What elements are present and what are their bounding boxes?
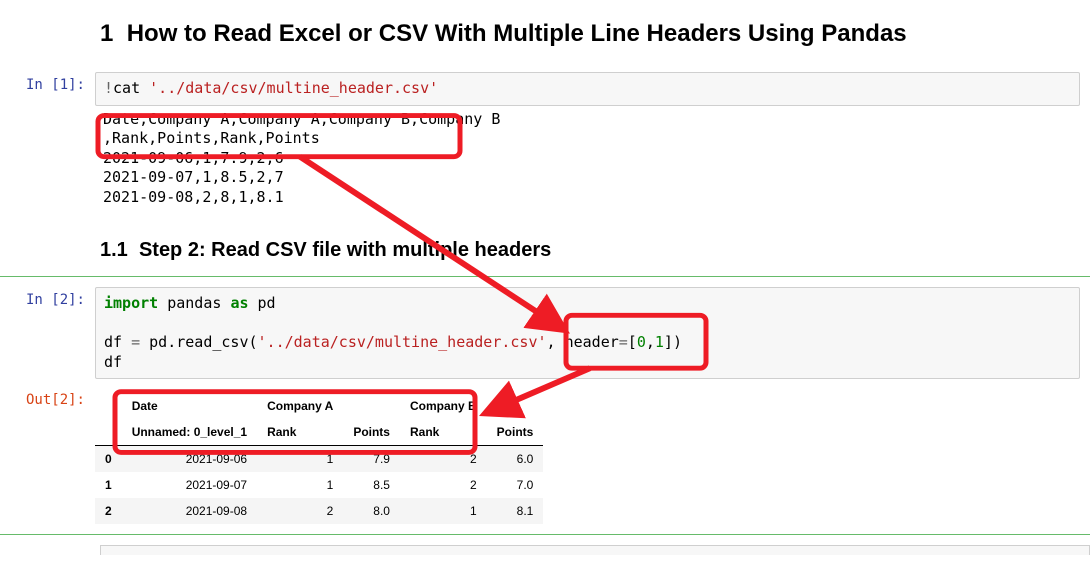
code-cell-2[interactable]: In [2]: import pandas as pd df = pd.read… [0, 283, 1090, 383]
subtitle-number: 1.1 [100, 239, 128, 261]
output-cell-2: Out[2]: Date Company A Company B [0, 383, 1090, 528]
code-cell-1[interactable]: In [1]: !cat '../data/csv/multine_header… [0, 68, 1090, 215]
prompt-in-1: In [1]: [0, 72, 95, 93]
subtitle-text: Step 2: Read CSV file with multiple head… [139, 239, 551, 261]
table-header-sub: Unnamed: 0_level_1 Rank Points Rank Poin… [95, 419, 543, 446]
code-input-1[interactable]: !cat '../data/csv/multine_header.csv' [95, 72, 1080, 106]
table-row: 1 2021-09-07 1 8.5 2 7.0 [95, 472, 543, 498]
prompt-in-2: In [2]: [0, 287, 95, 308]
prompt-out-2: Out[2]: [0, 387, 95, 408]
selected-cell-wrapper: In [2]: import pandas as pd df = pd.read… [0, 276, 1090, 535]
code-input-2[interactable]: import pandas as pd df = pd.read_csv('..… [95, 287, 1080, 379]
title-text: How to Read Excel or CSV With Multiple L… [127, 20, 907, 47]
page-title: 1 How to Read Excel or CSV With Multiple… [100, 20, 1090, 48]
table-row: 2 2021-09-08 2 8.0 1 8.1 [95, 498, 543, 524]
next-cell-peek[interactable] [100, 545, 1090, 555]
table-header-top: Date Company A Company B [95, 393, 543, 419]
table-row: 0 2021-09-06 1 7.9 2 6.0 [95, 446, 543, 473]
title-number: 1 [100, 20, 113, 47]
dataframe-table: Date Company A Company B Unnamed: 0_leve… [95, 393, 543, 524]
section-subtitle: 1.1 Step 2: Read CSV file with multiple … [100, 239, 1090, 262]
code-output-1: Date,Company A,Company A,Company B,Compa… [95, 106, 1080, 212]
notebook-container: 1 How to Read Excel or CSV With Multiple… [0, 0, 1090, 565]
